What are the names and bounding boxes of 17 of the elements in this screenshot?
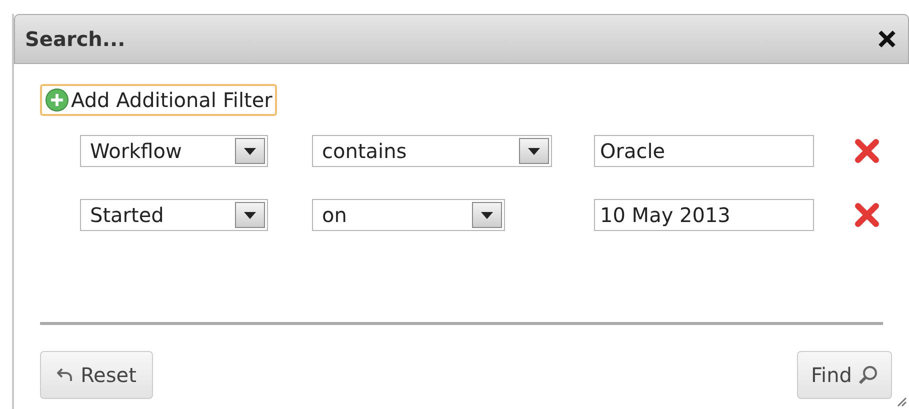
dropdown[interactable]: Workflow <box>80 135 268 167</box>
delete-icon[interactable] <box>854 202 880 228</box>
plus-circle-icon <box>45 88 69 112</box>
add-filter-button[interactable]: Add Additional Filter <box>40 84 278 116</box>
value-field[interactable]: Oracle <box>594 135 814 167</box>
dropdown[interactable]: Started <box>80 199 268 231</box>
value-field[interactable]: 10 May 2013 <box>594 199 814 231</box>
dropdown[interactable]: on <box>312 199 505 231</box>
reset-button[interactable]: Reset <box>40 351 153 399</box>
find-button[interactable]: Find <box>797 351 892 399</box>
dropdown[interactable]: contains <box>312 135 552 167</box>
resize-grip-icon[interactable] <box>895 395 907 407</box>
undo-icon <box>56 368 73 382</box>
close-icon[interactable] <box>878 30 896 48</box>
window-title: Search... <box>25 26 126 53</box>
delete-icon[interactable] <box>854 138 880 164</box>
search-icon <box>858 365 878 385</box>
